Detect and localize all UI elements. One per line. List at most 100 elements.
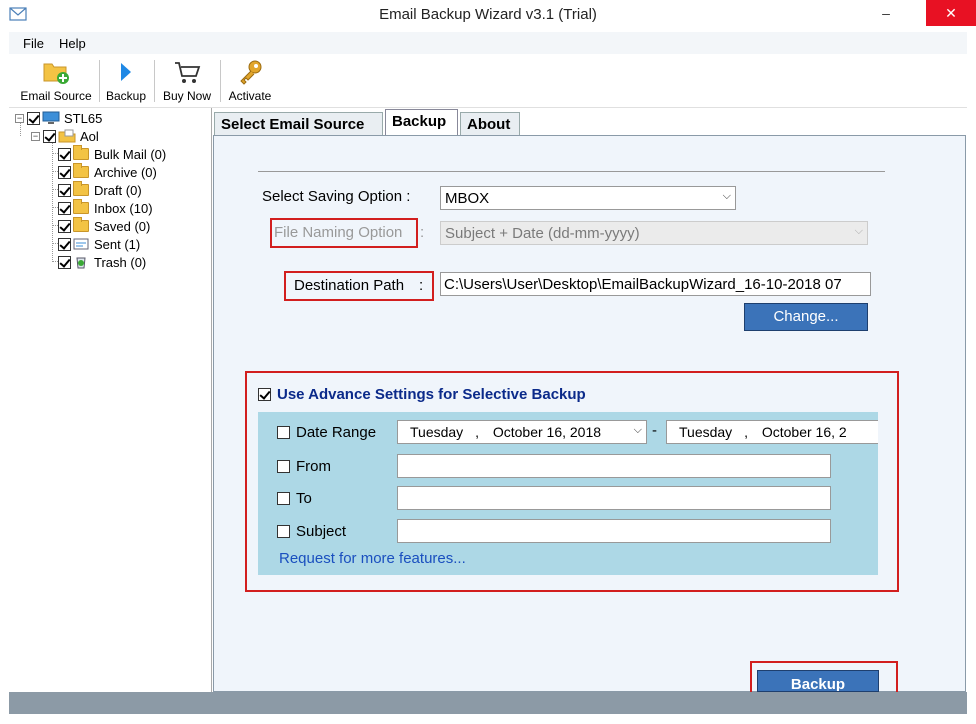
inbox-folder-icon xyxy=(73,199,89,214)
backup-tab-content: Select Saving Option : MBOX ⌵ File Namin… xyxy=(213,135,966,710)
folder-icon xyxy=(73,217,89,232)
saving-option-select[interactable]: MBOX ⌵ xyxy=(440,186,736,210)
tree-root-node[interactable]: − STL65 xyxy=(15,109,102,127)
advance-settings-checkbox-row[interactable]: Use Advance Settings for Selective Backu… xyxy=(258,386,586,403)
folder-checkbox[interactable] xyxy=(58,201,71,215)
activate-button[interactable]: Activate xyxy=(225,58,275,103)
from-label: From xyxy=(296,458,331,475)
date-from-day: Tuesday xyxy=(410,424,464,440)
shopping-cart-icon xyxy=(175,62,201,83)
main-panel: Select Email Source Backup About Select … xyxy=(213,108,967,710)
chevron-down-icon: ⌵ xyxy=(854,225,863,237)
toolbar-separator xyxy=(99,60,100,102)
status-bar xyxy=(9,692,967,714)
tree-folder-node[interactable]: Saved (0) xyxy=(58,217,150,235)
backup-button[interactable]: Backup xyxy=(757,670,879,692)
tree-account-label: Aol xyxy=(80,128,99,144)
folder-label: Trash (0) xyxy=(94,254,147,270)
root-checkbox[interactable] xyxy=(27,111,40,125)
divider xyxy=(258,171,885,172)
change-button[interactable]: Change... xyxy=(744,303,868,331)
subject-row[interactable]: Subject xyxy=(277,523,346,540)
destination-label: Destination Path xyxy=(294,277,405,294)
toolbar: Email Source Backup Buy Now Activate xyxy=(9,54,967,108)
advance-settings-checkbox[interactable] xyxy=(258,388,271,401)
saving-option-value: MBOX xyxy=(445,190,490,207)
folder-icon xyxy=(73,163,89,178)
subject-label: Subject xyxy=(296,523,347,540)
title-bar: Email Backup Wizard v3.1 (Trial) – ✕ xyxy=(0,0,976,32)
tree-root-label: STL65 xyxy=(64,110,103,126)
account-checkbox[interactable] xyxy=(43,129,56,143)
file-naming-select[interactable]: Subject + Date (dd-mm-yyyy) ⌵ xyxy=(440,221,868,245)
folder-checkbox[interactable] xyxy=(58,165,71,179)
tree-folder-node[interactable]: Inbox (10) xyxy=(58,199,153,217)
chevron-down-icon: ⌵ xyxy=(633,424,642,437)
tree-folder-node[interactable]: Trash (0) xyxy=(58,253,146,271)
key-icon xyxy=(240,60,262,85)
folder-label: Saved (0) xyxy=(94,218,151,234)
email-source-label: Email Source xyxy=(20,89,92,103)
date-to-picker[interactable]: Tuesday , October 16, 2 xyxy=(666,420,878,444)
folder-checkbox[interactable] xyxy=(58,147,71,161)
buy-now-label: Buy Now xyxy=(162,89,212,103)
from-row[interactable]: From xyxy=(277,458,331,475)
folder-tree: − STL65 − Aol Bulk Mail (0) Archive (0) … xyxy=(9,108,212,692)
folder-checkbox[interactable] xyxy=(58,219,71,233)
folder-checkbox[interactable] xyxy=(58,237,71,251)
menu-file[interactable]: File xyxy=(23,36,44,51)
destination-path-field[interactable]: C:\Users\User\Desktop\EmailBackupWizard_… xyxy=(440,272,871,296)
folder-checkbox[interactable] xyxy=(58,255,71,269)
to-checkbox[interactable] xyxy=(277,492,290,505)
tree-folder-node[interactable]: Bulk Mail (0) xyxy=(58,145,166,163)
date-range-label: Date Range xyxy=(296,424,377,441)
window-title: Email Backup Wizard v3.1 (Trial) xyxy=(379,6,597,23)
date-range-checkbox[interactable] xyxy=(277,426,290,439)
folder-checkbox[interactable] xyxy=(58,183,71,197)
folder-icon xyxy=(73,181,89,196)
from-checkbox[interactable] xyxy=(277,460,290,473)
tree-folder-node[interactable]: Sent (1) xyxy=(58,235,140,253)
tree-account-node[interactable]: − Aol xyxy=(31,127,99,145)
computer-icon xyxy=(42,111,60,124)
file-naming-value: Subject + Date (dd-mm-yyyy) xyxy=(445,225,640,242)
close-button[interactable]: ✕ xyxy=(926,0,976,26)
menu-bar: File Help xyxy=(9,32,967,54)
date-from-picker[interactable]: Tuesday , October 16, 2018 ⌵ xyxy=(397,420,647,444)
tab-about[interactable]: About xyxy=(460,112,520,136)
email-source-button[interactable]: Email Source xyxy=(19,58,93,103)
to-row[interactable]: To xyxy=(277,490,312,507)
folder-icon xyxy=(73,145,89,160)
subject-field[interactable] xyxy=(397,519,831,543)
date-range-row[interactable]: Date Range xyxy=(277,424,376,441)
folder-label: Draft (0) xyxy=(94,182,142,198)
backup-tool-button[interactable]: Backup xyxy=(104,58,148,103)
toolbar-separator xyxy=(154,60,155,102)
tab-backup[interactable]: Backup xyxy=(385,109,458,136)
tree-folder-node[interactable]: Archive (0) xyxy=(58,163,157,181)
folder-label: Archive (0) xyxy=(94,164,157,180)
file-naming-label: File Naming Option xyxy=(274,224,403,241)
request-more-features-link[interactable]: Request for more features... xyxy=(279,550,466,567)
tree-folder-node[interactable]: Draft (0) xyxy=(58,181,142,199)
from-field[interactable] xyxy=(397,454,831,478)
collapse-icon[interactable]: − xyxy=(15,113,24,123)
collapse-icon[interactable]: − xyxy=(31,131,40,141)
folder-label: Bulk Mail (0) xyxy=(94,146,167,162)
chevron-down-icon: ⌵ xyxy=(722,190,731,202)
buy-now-button[interactable]: Buy Now xyxy=(159,58,215,103)
advanced-settings-panel: Date Range Tuesday , October 16, 2018 ⌵ … xyxy=(258,412,878,575)
trash-icon xyxy=(76,257,86,269)
date-to-day: Tuesday xyxy=(679,424,733,440)
account-folder-icon xyxy=(58,129,76,143)
date-from-rest: October 16, 2018 xyxy=(492,424,602,440)
date-from-comma: , xyxy=(475,424,479,440)
minimize-button[interactable]: – xyxy=(866,0,906,26)
menu-help[interactable]: Help xyxy=(59,36,86,51)
subject-checkbox[interactable] xyxy=(277,525,290,538)
date-to-comma: , xyxy=(744,424,748,440)
destination-colon: : xyxy=(419,277,424,294)
advance-settings-label: Use Advance Settings for Selective Backu… xyxy=(277,386,586,403)
tab-select-email-source[interactable]: Select Email Source xyxy=(214,112,383,136)
to-field[interactable] xyxy=(397,486,831,510)
